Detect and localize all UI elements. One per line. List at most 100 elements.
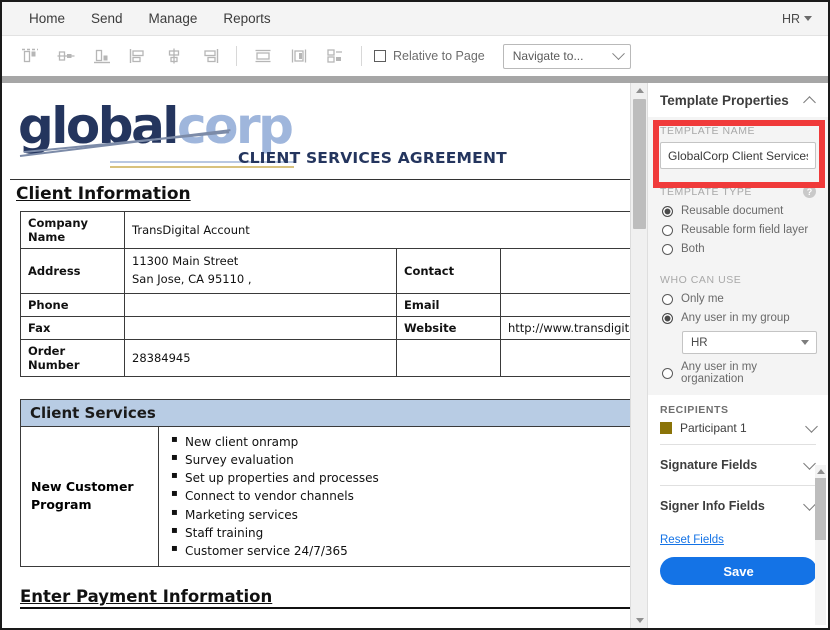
triangle-up-icon [635,88,644,93]
client-information-table: Company Name TransDigital Account Addres… [20,211,630,377]
list-item: Survey evaluation [169,450,630,469]
align-middle-horizontal-icon[interactable] [49,42,83,70]
help-icon[interactable]: ? [803,185,816,198]
align-center-icon[interactable] [157,42,191,70]
radio-icon [662,293,673,305]
table-row: Address 11300 Main Street San Jose, CA 9… [20,248,630,294]
radio-icon [662,243,673,255]
list-item: Marketing services [169,505,630,524]
triangle-down-icon [635,618,644,623]
align-right-icon[interactable] [193,42,227,70]
signer-info-fields-section[interactable]: Signer Info Fields [648,486,828,526]
reset-fields-link[interactable]: Reset Fields [660,534,724,546]
field-value-address[interactable]: 11300 Main Street San Jose, CA 95110 , [124,248,397,294]
field-label-fax: Fax [20,315,125,340]
menu-item-send[interactable]: Send [78,7,136,30]
relative-to-page-label: Relative to Page [393,49,485,63]
app-window: Home Send Manage Reports HR Relative to … [0,0,830,630]
radio-both[interactable]: Both [662,243,816,255]
document-scrollbar[interactable] [630,83,647,628]
chevron-up-icon[interactable] [803,96,816,109]
field-value-phone[interactable] [124,292,397,317]
radio-label: Reusable document [681,205,784,217]
field-value-website[interactable]: http://www.transdigitalcorp.co [500,315,630,340]
table-header-row: Client Services Investment [19,398,630,427]
signature-fields-section[interactable]: Signature Fields [648,445,828,485]
field-value-blank[interactable] [500,338,630,377]
template-properties-panel: Template Properties TEMPLATE NAME TEMPLA… [647,83,828,628]
align-top-icon[interactable] [13,42,47,70]
list-item: Connect to vendor channels [169,486,630,505]
client-services-table: Client Services Investment New Customer … [19,398,630,568]
radio-icon-selected [662,205,673,217]
scroll-up-arrow-icon[interactable] [815,465,826,477]
section-heading-enter-payment-information: Enter Payment Information [20,587,273,607]
radio-icon-selected [662,312,673,324]
section-heading-client-information: Client Information [16,184,191,204]
field-value-fax[interactable] [124,315,397,340]
radio-label: Any user in my organization [681,361,758,385]
logo-text: globalcorp [18,101,294,151]
scroll-up-arrow-icon[interactable] [631,83,648,98]
distribute-vertical-icon[interactable] [282,42,316,70]
panel-header[interactable]: Template Properties [648,83,828,117]
radio-any-user-in-my-organization[interactable]: Any user in my organization [662,361,816,385]
chevron-down-icon[interactable] [803,497,816,511]
chevron-down-icon[interactable] [805,419,818,433]
document-scrollbar-thumb[interactable] [633,99,646,229]
checkbox-icon [374,50,386,62]
document-canvas[interactable]: globalcorp CLIENT SERVICES AGREEMENT Cli… [2,83,630,628]
table-row: Company Name TransDigital Account [20,211,630,249]
recipient-participant-1[interactable]: Participant 1 [660,419,818,435]
radio-label: Both [681,243,705,255]
radio-any-user-in-my-group[interactable]: Any user in my group [662,312,816,324]
radio-reusable-form-field-layer[interactable]: Reusable form field layer [662,224,816,236]
menu-item-reports[interactable]: Reports [210,7,283,30]
document-title: CLIENT SERVICES AGREEMENT [238,149,507,167]
radio-only-me[interactable]: Only me [662,293,816,305]
address-line-2: San Jose, CA 95110 , [132,271,252,286]
align-bottom-icon[interactable] [85,42,119,70]
radio-reusable-document[interactable]: Reusable document [662,205,816,217]
user-account-menu[interactable]: HR [782,12,828,26]
save-button[interactable]: Save [660,557,817,585]
field-value-email[interactable] [500,292,630,317]
logo-text-part2: corp [176,97,294,155]
menu-item-manage[interactable]: Manage [136,7,211,30]
list-item: Customer service 24/7/365 [169,541,630,560]
who-can-use-label: WHO CAN USE [660,274,742,286]
distribute-horizontal-icon[interactable] [246,42,280,70]
toolbar-divider-2 [361,46,362,66]
field-label-contact: Contact [396,248,501,294]
main-menu-bar: Home Send Manage Reports HR [2,2,828,36]
who-can-use-section: WHO CAN USE Only me Any user in my group… [648,265,828,395]
align-left-icon[interactable] [121,42,155,70]
relative-to-page-checkbox[interactable]: Relative to Page [374,49,485,63]
field-value-contact[interactable] [500,248,630,294]
template-type-section: TEMPLATE TYPE ? Reusable document Reusab… [648,179,828,265]
service-program-name: New Customer Program [20,425,159,568]
field-label-order-number: Order Number [20,338,125,377]
chevron-down-icon [801,340,809,345]
panel-scrollbar[interactable] [815,465,826,625]
group-select-dropdown[interactable]: HR [682,331,817,354]
field-label-website: Website [396,315,501,340]
template-name-input[interactable] [660,142,816,169]
menu-item-home[interactable]: Home [16,7,78,30]
field-value-company-name[interactable]: TransDigital Account [124,211,630,249]
template-name-section: TEMPLATE NAME [648,117,828,179]
match-size-icon[interactable] [318,42,352,70]
radio-icon [662,367,673,379]
scroll-down-arrow-icon[interactable] [631,613,648,628]
list-item: Set up properties and processes [169,468,630,487]
navigate-to-value: Navigate to... [512,49,584,63]
service-items-list: New client onramp Survey evaluation Set … [169,432,630,561]
field-value-order-number[interactable]: 28384945 [124,338,397,377]
service-items-cell: New client onramp Survey evaluation Set … [157,425,630,568]
navigate-to-dropdown[interactable]: Navigate to... [502,43,631,69]
table-row: Order Number 28384945 [20,338,630,377]
panel-scrollbar-thumb[interactable] [815,478,826,540]
chevron-down-icon[interactable] [803,456,816,470]
recipient-name: Participant 1 [680,421,747,435]
radio-label: Reusable form field layer [681,224,809,236]
